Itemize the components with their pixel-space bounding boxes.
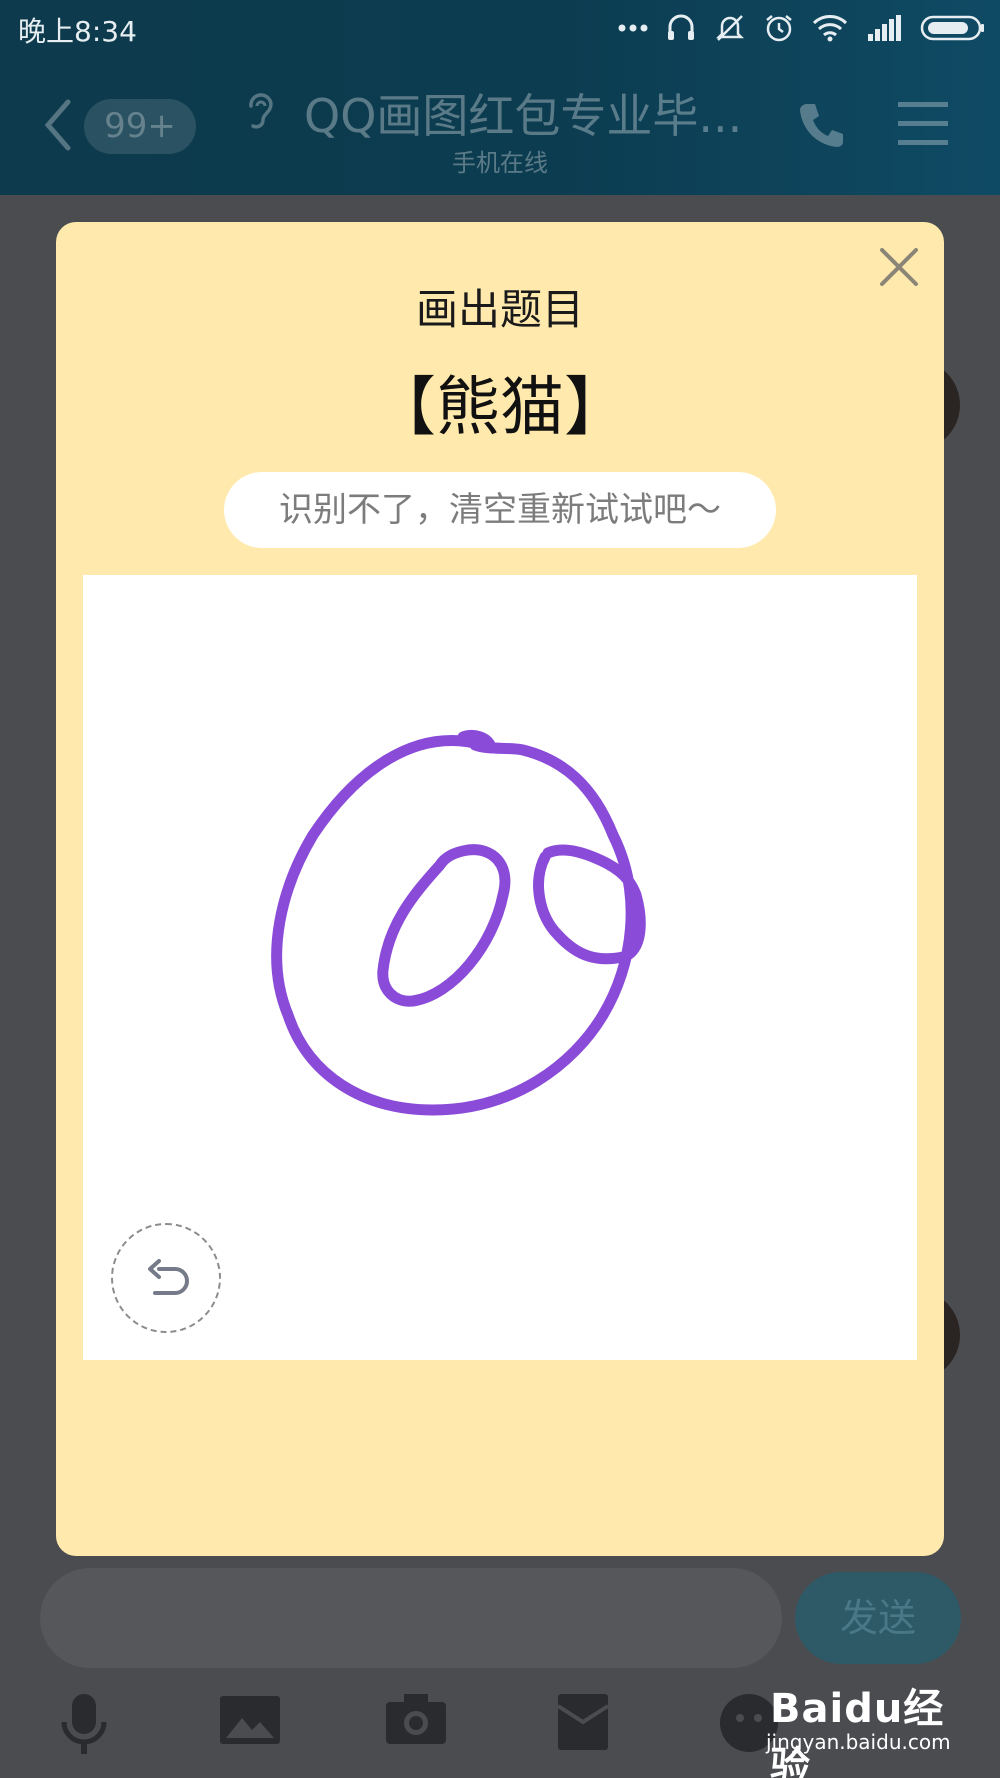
alarm-icon: [766, 15, 792, 42]
wifi-icon: [812, 15, 848, 42]
topic-word: 【熊猫】: [372, 371, 628, 445]
camera-icon[interactable]: [384, 1692, 448, 1748]
undo-icon: [148, 1259, 189, 1295]
image-icon[interactable]: [218, 1692, 282, 1748]
mute-icon: [715, 15, 745, 41]
baidu-watermark: Baidu经验 jingyan.baidu.com: [760, 1670, 960, 1778]
microphone-icon[interactable]: [58, 1692, 110, 1758]
watermark-url: jingyan.baidu.com: [766, 1730, 951, 1754]
top-bar: 晚上8:34 99+ QQ画图红包专业毕... 手机在线: [0, 0, 1000, 195]
drawing-canvas[interactable]: [83, 575, 917, 1360]
prompt-title: 画出题目: [415, 285, 584, 334]
phone-icon[interactable]: [797, 100, 847, 150]
ear-icon: [249, 93, 273, 129]
status-icons: [618, 12, 986, 44]
battery-icon: [920, 15, 984, 41]
signal-icon: [868, 15, 901, 41]
headset-icon: [668, 14, 694, 40]
red-packet-icon[interactable]: [556, 1692, 610, 1752]
watermark-brand: Baidu经验: [770, 1686, 945, 1778]
chat-title: QQ画图红包专业毕...: [304, 89, 743, 143]
undo-button[interactable]: [111, 1223, 221, 1333]
hint-message: 识别不了，清空重新试试吧～: [224, 472, 776, 548]
menu-icon[interactable]: [898, 100, 948, 148]
more-dots-icon: [618, 24, 648, 32]
send-button[interactable]: 发送: [795, 1572, 961, 1664]
draw-prompt-dialog: 画出题目 【熊猫】 识别不了，清空重新试试吧～: [56, 222, 944, 1556]
message-input[interactable]: [40, 1568, 782, 1668]
chat-subtitle: 手机在线: [452, 149, 548, 177]
status-time: 晚上8:34: [18, 15, 137, 48]
